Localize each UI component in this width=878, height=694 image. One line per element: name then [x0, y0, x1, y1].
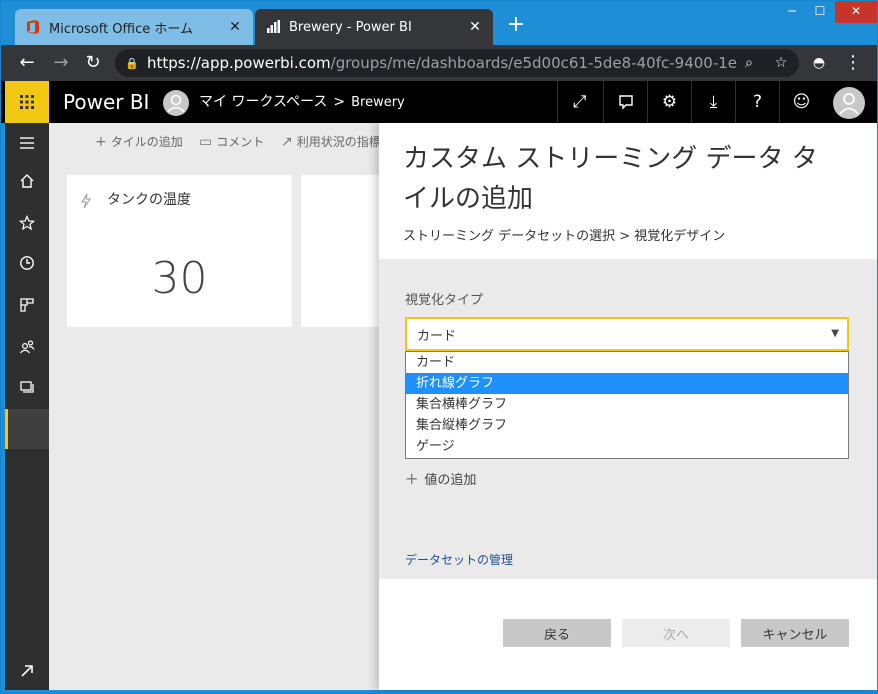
breadcrumb-workspace[interactable]: マイ ワークスペース [199, 94, 327, 110]
breadcrumb-dashboard[interactable]: Brewery [351, 95, 405, 110]
comment-icon: ▭ [199, 133, 213, 150]
option-clustered-bar[interactable]: 集合横棒グラフ [406, 394, 848, 415]
star-icon[interactable]: ☆ [771, 53, 791, 73]
incognito-icon[interactable]: ◓ [807, 51, 831, 75]
tile-value: 30 [151, 253, 208, 304]
tab-brewery-powerbi[interactable]: Brewery - Power BI ✕ [255, 9, 493, 45]
powerbi-header: Power BI マイ ワークスペース > Brewery ⤢ ⚙ ⤓ ? ☺ [1, 81, 877, 123]
office-logo-icon [27, 20, 39, 34]
back-button[interactable]: 戻る [503, 619, 611, 647]
url-field[interactable]: 🔒 https://app.powerbi.com/groups/me/dash… [115, 49, 799, 77]
apps-icon[interactable] [5, 285, 49, 325]
viz-type-options: カード 折れ線グラフ 集合横棒グラフ 集合縦棒グラフ ゲージ [405, 351, 849, 459]
maximize-button[interactable]: ☐ [807, 1, 833, 23]
comment-icon[interactable] [603, 81, 647, 123]
fullscreen-icon[interactable]: ⤢ [557, 81, 601, 123]
close-tab-icon[interactable]: ✕ [467, 19, 483, 35]
dropdown-value: カード [417, 328, 457, 344]
cancel-button[interactable]: キャンセル [741, 619, 849, 647]
workspace-avatar-icon [163, 90, 189, 116]
chart-icon: ↗ [281, 133, 293, 150]
user-avatar[interactable] [833, 87, 865, 119]
home-icon[interactable] [5, 161, 49, 201]
zoom-icon[interactable]: ⌕ [739, 53, 759, 73]
browser-window: Microsoft Office ホーム ✕ Brewery - Power B… [0, 0, 878, 694]
waffle-grid-icon [20, 95, 34, 109]
expand-arrow-icon[interactable] [5, 651, 49, 691]
next-button[interactable]: 次へ [622, 619, 730, 647]
panel-breadcrumb: ストリーミング データセットの選択 > 視覚化デザイン [403, 229, 726, 244]
download-icon[interactable]: ⤓ [691, 81, 735, 123]
tab-label: Microsoft Office ホーム [49, 21, 193, 37]
address-bar: ← → ↻ 🔒 https://app.powerbi.com/groups/m… [1, 45, 877, 81]
dashboard-tile[interactable] [301, 175, 381, 327]
reload-icon[interactable]: ↻ [81, 51, 105, 75]
close-tab-icon[interactable]: ✕ [227, 19, 243, 35]
recent-clock-icon[interactable] [5, 243, 49, 283]
panel-title: カスタム ストリーミング データ タイルの追加 [403, 144, 818, 214]
app-brand[interactable]: Power BI [63, 81, 149, 123]
tile-title: タンクの温度 [107, 192, 191, 208]
breadcrumb: マイ ワークスペース > Brewery [199, 81, 405, 124]
settings-gear-icon[interactable]: ⚙ [647, 81, 691, 123]
comment-button[interactable]: ▭ コメント [199, 133, 264, 150]
lightning-icon [81, 193, 91, 209]
feedback-smiley-icon[interactable]: ☺ [779, 81, 823, 123]
hamburger-menu-icon[interactable] [5, 123, 49, 163]
add-value-button[interactable]: + 値の追加 [405, 469, 476, 488]
option-clustered-column[interactable]: 集合縦棒グラフ [406, 415, 848, 436]
forward-arrow-icon[interactable]: → [49, 51, 73, 75]
help-icon[interactable]: ? [735, 81, 779, 123]
left-nav [5, 123, 49, 690]
plus-icon: + [95, 133, 107, 150]
back-arrow-icon[interactable]: ← [15, 51, 39, 75]
viz-type-dropdown[interactable]: カード ▼ [405, 317, 849, 351]
tab-strip: Microsoft Office ホーム ✕ Brewery - Power B… [1, 1, 877, 45]
chevron-down-icon: ▼ [831, 328, 839, 339]
new-tab-button[interactable]: + [503, 13, 529, 39]
viz-type-label: 視覚化タイプ [405, 293, 484, 308]
add-tile-panel: カスタム ストリーミング データ タイルの追加 ストリーミング データセットの選… [379, 123, 877, 690]
lock-icon: 🔒 [125, 57, 139, 70]
minimize-button[interactable]: ─ [779, 1, 805, 23]
shared-with-me-icon[interactable] [5, 327, 49, 367]
menu-dots-icon[interactable]: ⋮ [841, 51, 865, 75]
option-gauge[interactable]: ゲージ [406, 436, 848, 457]
nav-item-active[interactable] [5, 409, 49, 449]
breadcrumb-separator: > [333, 94, 346, 110]
powerbi-favicon-icon [267, 20, 280, 33]
tab-office-home[interactable]: Microsoft Office ホーム ✕ [15, 9, 253, 45]
url-text: https://app.powerbi.com/groups/me/dashbo… [147, 54, 737, 72]
option-line-chart[interactable]: 折れ線グラフ [406, 373, 848, 394]
workspaces-icon[interactable] [5, 367, 49, 407]
close-window-button[interactable]: ✕ [835, 1, 877, 23]
dashboard-tile[interactable]: タンクの温度 30 [67, 175, 292, 327]
app-launcher-icon[interactable] [5, 81, 49, 123]
tab-label: Brewery - Power BI [289, 19, 412, 35]
add-tile-button[interactable]: + タイルの追加 [95, 133, 183, 150]
plus-icon: + [405, 469, 419, 488]
usage-metrics-button[interactable]: ↗ 利用状況の指標 [281, 133, 381, 150]
option-card[interactable]: カード [406, 352, 848, 373]
manage-dataset-link[interactable]: データセットの管理 [405, 551, 513, 568]
favorites-star-icon[interactable] [5, 203, 49, 243]
